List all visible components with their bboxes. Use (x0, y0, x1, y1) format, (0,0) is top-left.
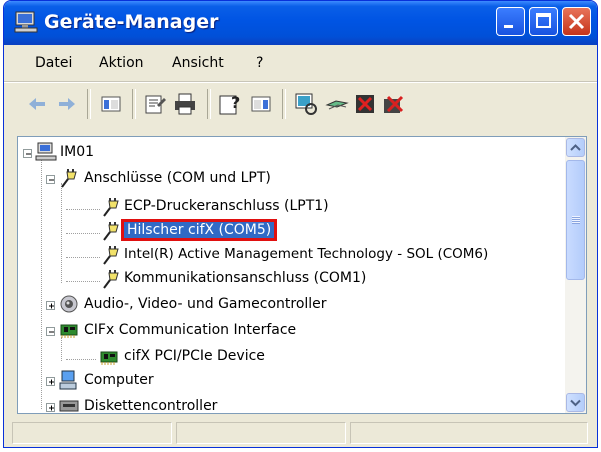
minus-icon (49, 179, 54, 181)
title-bar[interactable]: Geräte-Manager (4, 1, 597, 45)
status-cell (176, 422, 346, 444)
port-connector-icon (61, 169, 77, 188)
circuit-board-icon (100, 351, 118, 365)
plus-icon (49, 303, 54, 309)
tree-node-diskettencontroller[interactable]: Diskettencontroller (18, 395, 318, 413)
speaker-icon (60, 295, 78, 313)
action-pane-icon[interactable] (248, 91, 274, 117)
uninstall-icon[interactable] (352, 91, 378, 117)
print-icon[interactable] (172, 91, 198, 117)
toolbar: ? (4, 82, 597, 125)
toolbar-separator (87, 89, 91, 119)
circuit-board-icon (60, 324, 78, 338)
close-button[interactable] (562, 7, 591, 36)
computer-monitor-icon (35, 142, 57, 161)
floppy-controller-icon (59, 400, 79, 412)
device-tree[interactable]: IM01 Anschlüsse (COM und LPT) ECP-Drucke… (17, 136, 587, 414)
tree-node-cifx[interactable]: CIFx Communication Interface (18, 319, 418, 343)
disable-device-icon[interactable] (380, 91, 406, 117)
menu-help[interactable]: ? (256, 55, 263, 71)
minimize-icon (504, 25, 513, 28)
expand-toggle[interactable] (46, 403, 55, 412)
port-connector-icon (103, 270, 119, 289)
device-tree-content: IM01 Anschlüsse (COM und LPT) ECP-Drucke… (18, 137, 566, 413)
tree-node-label: Intel(R) Active Management Technology - … (124, 246, 489, 262)
port-connector-icon (103, 222, 119, 241)
tree-root[interactable]: IM01 (18, 141, 318, 165)
plus-icon (49, 379, 54, 385)
scroll-grip (572, 216, 580, 224)
toolbar-separator (282, 89, 286, 119)
tree-node-label: cifX PCI/PCIe Device (124, 348, 265, 364)
selected-device-label: Hilscher cifX (COM5) (121, 219, 278, 241)
menu-datei[interactable]: Datei (35, 55, 72, 71)
menu-bar: Datei Aktion Ansicht ? (4, 45, 597, 82)
tree-node-label: Anschlüsse (COM und LPT) (84, 170, 271, 186)
properties-icon[interactable] (142, 91, 168, 117)
tree-node-com5[interactable]: Hilscher cifX (COM5) (18, 219, 418, 243)
menu-aktion[interactable]: Aktion (99, 55, 144, 71)
tree-node-com6[interactable]: Intel(R) Active Management Technology - … (18, 243, 566, 267)
scan-hardware-icon[interactable] (293, 91, 319, 117)
vertical-scrollbar[interactable] (565, 137, 586, 413)
forward-arrow-icon[interactable] (54, 91, 80, 117)
expand-toggle[interactable] (46, 377, 55, 386)
close-icon (568, 13, 585, 30)
collapse-toggle[interactable] (46, 327, 55, 336)
tree-node-cifx-device[interactable]: cifX PCI/PCIe Device (18, 345, 418, 369)
computer-icon (59, 370, 77, 390)
tree-node-label: CIFx Communication Interface (84, 322, 297, 338)
back-arrow-icon[interactable] (24, 91, 50, 117)
tree-node-com1[interactable]: Kommunikationsanschluss (COM1) (18, 267, 438, 291)
port-connector-icon (103, 198, 119, 217)
svg-text:?: ? (231, 93, 240, 112)
chevron-down-icon (570, 399, 581, 407)
tree-node-audio[interactable]: Audio-, Video- und Gamecontroller (18, 293, 418, 317)
tree-node-label: Diskettencontroller (84, 398, 218, 413)
toolbar-separator (207, 89, 211, 119)
port-connector-icon (103, 246, 119, 265)
tree-node-label: ECP-Druckeranschluss (LPT1) (124, 198, 329, 214)
status-cell (350, 422, 588, 444)
tree-node-lpt1[interactable]: ECP-Druckeranschluss (LPT1) (18, 195, 418, 219)
minus-icon (49, 331, 54, 333)
help-icon[interactable]: ? (217, 91, 243, 117)
minus-icon (26, 153, 31, 155)
scroll-down-button[interactable] (566, 393, 585, 412)
device-manager-window: Geräte-Manager Datei Aktion Ansicht ? ? (3, 0, 598, 448)
tree-node-computer[interactable]: Computer (18, 369, 318, 393)
menu-ansicht[interactable]: Ansicht (172, 55, 224, 71)
tree-root-label: IM01 (60, 144, 95, 160)
tree-node-anschluesse[interactable]: Anschlüsse (COM und LPT) (18, 167, 378, 191)
plus-icon (49, 405, 54, 411)
tree-node-label: Computer (84, 372, 154, 388)
window-title: Geräte-Manager (44, 11, 219, 33)
computer-monitor-icon (14, 11, 38, 33)
collapse-toggle[interactable] (23, 149, 32, 158)
tree-node-label: Audio-, Video- und Gamecontroller (84, 296, 327, 312)
status-cell (12, 422, 172, 444)
maximize-button[interactable] (529, 7, 558, 36)
tree-node-label: Kommunikationsanschluss (COM1) (124, 270, 367, 286)
show-hide-console-tree-icon[interactable] (98, 91, 124, 117)
toolbar-separator (132, 89, 136, 119)
chevron-up-icon (570, 144, 581, 151)
collapse-toggle[interactable] (46, 175, 55, 184)
minimize-button[interactable] (496, 7, 525, 36)
update-driver-icon[interactable] (324, 91, 350, 117)
scroll-thumb[interactable] (566, 160, 585, 280)
expand-toggle[interactable] (46, 301, 55, 310)
status-bar (4, 418, 597, 447)
scroll-up-button[interactable] (566, 138, 585, 157)
maximize-icon (536, 13, 551, 28)
